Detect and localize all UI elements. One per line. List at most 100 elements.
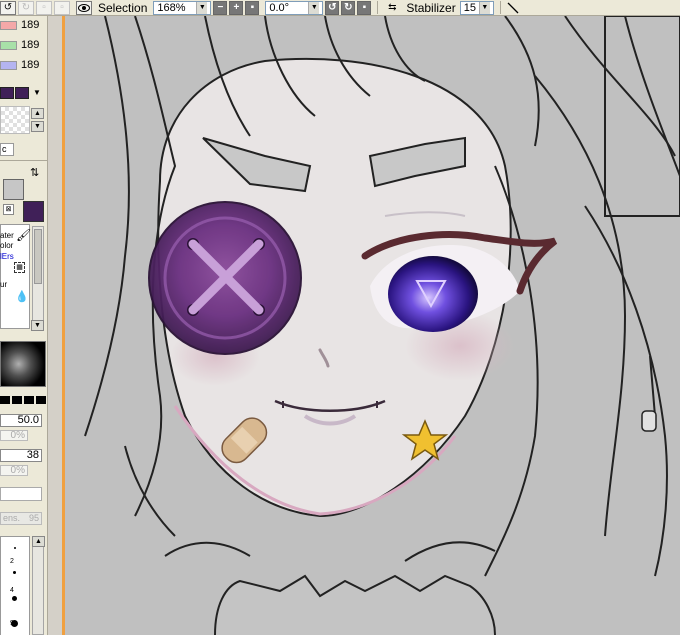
square-icon: ▪ bbox=[362, 2, 367, 13]
hair-strand bbox=[564, 16, 676, 157]
green-value: 189 bbox=[21, 39, 40, 51]
divider bbox=[0, 160, 48, 161]
collar-ruffle bbox=[164, 541, 496, 562]
rotation-select[interactable]: 0.0° ▼ bbox=[265, 0, 324, 15]
artwork bbox=[84, 16, 680, 635]
background-window bbox=[604, 16, 680, 217]
size-label: 4 bbox=[10, 587, 14, 594]
drawing-canvas[interactable] bbox=[62, 16, 680, 635]
invert-selection-button[interactable]: ▫ bbox=[54, 0, 70, 15]
size-scrollbar[interactable]: ▲ bbox=[32, 536, 45, 635]
chevron-down-icon: ▼ bbox=[34, 322, 41, 329]
transparent-color-icon[interactable]: ⊠ bbox=[3, 204, 14, 215]
brush-size-list bbox=[0, 536, 30, 635]
zoom-select[interactable]: 168% ▼ bbox=[153, 0, 212, 15]
eye-icon bbox=[78, 3, 90, 12]
size-label: 9 bbox=[10, 620, 14, 627]
brush-icon: 🖌 bbox=[16, 228, 32, 242]
chevron-down-icon: ▼ bbox=[34, 123, 41, 130]
swatch-purple[interactable] bbox=[15, 87, 29, 99]
green-slider-bar[interactable] bbox=[0, 40, 17, 50]
zoom-in-button[interactable]: + bbox=[229, 0, 244, 15]
tool-water-color[interactable]: ater bbox=[0, 231, 14, 240]
line-tool-icon[interactable] bbox=[507, 2, 519, 14]
swap-colors-icon[interactable]: ⇅ bbox=[30, 166, 39, 179]
tool-tab[interactable]: c bbox=[0, 143, 14, 156]
brush-size-field[interactable]: 50.0 bbox=[0, 414, 42, 427]
blue-slider-bar[interactable] bbox=[0, 60, 17, 70]
brush-shape-1[interactable] bbox=[0, 396, 10, 404]
stabilizer-select[interactable]: 15 ▼ bbox=[459, 0, 494, 15]
zoom-out-button[interactable]: − bbox=[213, 0, 228, 15]
blue-slider[interactable]: 189 bbox=[0, 58, 48, 72]
hair-strand bbox=[84, 16, 130, 437]
rotate-reset-button[interactable]: ▪ bbox=[357, 0, 372, 15]
tool-eraser[interactable]: lErs bbox=[0, 252, 14, 261]
red-slider[interactable]: 189 bbox=[0, 18, 48, 32]
redo-button[interactable]: ↻ bbox=[18, 0, 34, 15]
tool-scrollbar[interactable] bbox=[32, 226, 44, 326]
rotate-right-button[interactable]: ↻ bbox=[341, 0, 356, 15]
brush-shape-2[interactable] bbox=[12, 396, 22, 404]
brush-shape-row bbox=[0, 396, 46, 404]
brush-shape-preview[interactable] bbox=[0, 341, 46, 387]
size-dot-3[interactable] bbox=[12, 596, 17, 601]
collar bbox=[214, 574, 496, 635]
brush-shape-3[interactable] bbox=[24, 396, 34, 404]
hair-strand bbox=[504, 16, 540, 147]
strength-label: ens. bbox=[3, 513, 21, 523]
scroll-up-button[interactable]: ▲ bbox=[32, 536, 45, 547]
chevron-down-icon: ▼ bbox=[308, 1, 320, 14]
undo-button[interactable]: ↺ bbox=[0, 0, 16, 15]
rotate-left-icon: ↺ bbox=[328, 2, 337, 13]
chevron-up-icon: ▲ bbox=[34, 110, 41, 117]
scroll-up-button[interactable]: ▲ bbox=[31, 108, 44, 119]
selection-eraser-icon: ▦ bbox=[14, 262, 25, 273]
zoom-value: 168% bbox=[157, 1, 186, 14]
deselect-icon: ▫ bbox=[42, 1, 46, 13]
density-field[interactable]: 38 bbox=[0, 449, 42, 462]
zoom-reset-button[interactable]: ▪ bbox=[245, 0, 260, 15]
selection-visibility-button[interactable] bbox=[76, 0, 92, 15]
rotation-value: 0.0° bbox=[269, 1, 290, 14]
top-toolbar: ↺ ↻ ▫ ▫ Selection 168% ▼ − + ▪ 0.0° ▼ ↺ … bbox=[0, 0, 680, 16]
selection-label: Selection bbox=[98, 0, 148, 15]
primary-color-swatch[interactable] bbox=[3, 179, 24, 200]
scrollbar-thumb[interactable] bbox=[34, 229, 42, 284]
hair-strand bbox=[624, 16, 680, 177]
brush-texture-select[interactable] bbox=[0, 487, 42, 501]
red-value: 189 bbox=[21, 19, 40, 31]
size-label: 2 bbox=[10, 558, 14, 565]
hair-strand bbox=[124, 445, 176, 537]
flip-horizontal-button[interactable]: ⇆ bbox=[384, 1, 400, 15]
deselect-button[interactable]: ▫ bbox=[36, 0, 52, 15]
secondary-color-swatch[interactable] bbox=[23, 201, 44, 222]
scroll-down-button[interactable]: ▼ bbox=[31, 121, 44, 132]
tool-water-color-2[interactable]: olor bbox=[0, 241, 13, 250]
stabilizer-value: 15 bbox=[463, 1, 476, 14]
strength-value: 95 bbox=[28, 513, 39, 523]
square-icon: ▪ bbox=[250, 2, 255, 13]
tool-blur[interactable]: ur bbox=[0, 280, 7, 289]
toolbar-divider bbox=[499, 1, 501, 14]
red-slider-bar[interactable] bbox=[0, 20, 17, 30]
rotate-left-button[interactable]: ↺ bbox=[325, 0, 340, 15]
size-dot-2[interactable] bbox=[13, 571, 16, 574]
size-dot-1[interactable] bbox=[14, 547, 16, 549]
min-density-field[interactable]: 0% bbox=[0, 465, 28, 476]
swatch-dark-purple[interactable] bbox=[0, 87, 14, 99]
scroll-down-button[interactable]: ▼ bbox=[31, 320, 44, 331]
brush-shape-4[interactable] bbox=[36, 396, 46, 404]
drop-icon: 💧 bbox=[15, 291, 29, 303]
hair-strand bbox=[584, 205, 668, 577]
strength-field[interactable]: ens. 95 bbox=[0, 512, 42, 525]
chevron-up-icon: ▲ bbox=[35, 538, 42, 545]
redo-icon: ↻ bbox=[21, 1, 31, 13]
green-slider[interactable]: 189 bbox=[0, 38, 48, 52]
rotate-right-icon: ↻ bbox=[344, 2, 353, 13]
min-size-field[interactable]: 0% bbox=[0, 430, 28, 441]
transparent-swatch[interactable] bbox=[0, 106, 30, 134]
chevron-down-icon[interactable]: ▼ bbox=[33, 88, 41, 97]
invert-selection-icon: ▫ bbox=[60, 1, 64, 13]
toolbar-divider bbox=[377, 1, 379, 14]
